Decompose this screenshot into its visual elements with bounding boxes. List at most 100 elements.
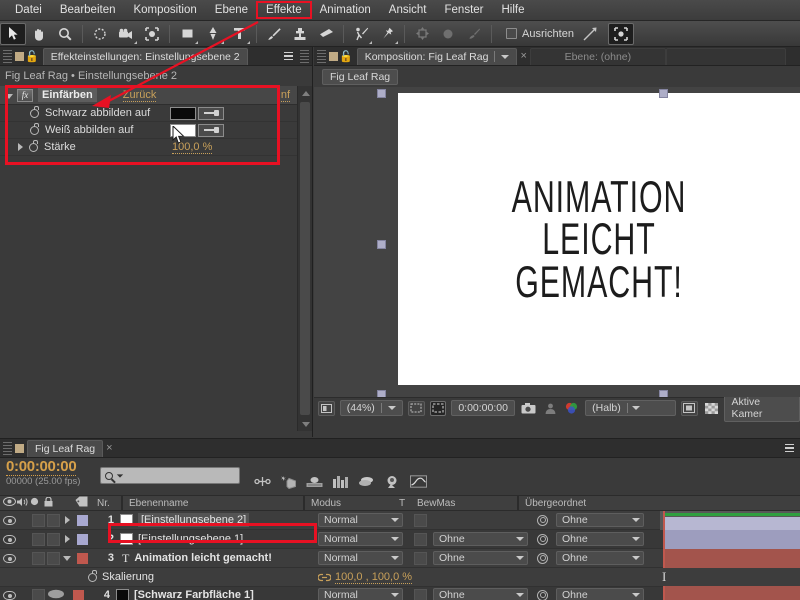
menu-item-effekte[interactable]: Effekte <box>257 2 311 18</box>
scroll-down-arrow[interactable] <box>298 417 313 431</box>
resolution-selector[interactable]: (Halb) <box>585 400 676 416</box>
track-matte-cell[interactable] <box>414 552 427 565</box>
expand-arrow[interactable] <box>60 516 74 524</box>
pan-behind-tool[interactable] <box>139 23 165 45</box>
transparency-grid-icon[interactable] <box>703 401 720 416</box>
table-row[interactable]: 1 [Einstellungsebene 2] Normal Ohne <box>0 511 800 530</box>
chevron-down-icon[interactable] <box>632 406 640 410</box>
type-tool[interactable] <box>226 23 252 45</box>
chevron-down-icon[interactable] <box>501 55 509 59</box>
lock-icon[interactable]: 🔓 <box>25 50 39 63</box>
panel-gripper[interactable] <box>3 442 12 455</box>
timeline-timecode-block[interactable]: 0:00:00:00 00000 (25.00 fps) <box>0 458 100 495</box>
composition-mini-flowchart-icon[interactable] <box>254 474 271 489</box>
layer-matte-select[interactable]: Ohne <box>433 532 528 546</box>
selection-handle-top-left[interactable] <box>377 89 386 98</box>
search-field[interactable] <box>127 470 232 481</box>
property-row-staerke[interactable]: Stärke 100,0 % <box>0 139 312 156</box>
eyedropper-icon[interactable] <box>198 107 224 120</box>
parent-pickwhip-icon[interactable] <box>537 534 548 545</box>
parent-pickwhip-icon[interactable] <box>537 515 548 526</box>
lock-cell[interactable] <box>47 533 60 546</box>
layer-mode-select[interactable]: Normal <box>318 532 403 546</box>
chevron-down-icon[interactable] <box>388 406 396 410</box>
eyedropper-icon[interactable] <box>198 124 224 137</box>
eye-icon[interactable] <box>3 554 16 563</box>
timeline-timecode[interactable]: 0:00:00:00 <box>6 458 76 476</box>
layer-track-3[interactable] <box>660 549 800 568</box>
selection-handle-mid-left[interactable] <box>377 240 386 249</box>
col-label-icon[interactable] <box>75 496 97 510</box>
close-icon[interactable]: × <box>517 50 529 62</box>
layer-track-4[interactable] <box>660 587 800 600</box>
scrollbar-thumb[interactable] <box>300 102 310 415</box>
camera-view-selector[interactable]: Aktive Kamer <box>724 394 799 422</box>
chevron-down-icon[interactable] <box>5 94 13 99</box>
shy-layers-icon[interactable] <box>358 474 375 489</box>
zoom-tool[interactable] <box>52 23 78 45</box>
tab-timeline-composition[interactable]: Fig Leaf Rag <box>27 440 103 457</box>
roto-brush-tool[interactable] <box>348 23 374 45</box>
hand-tool[interactable] <box>26 23 52 45</box>
solo-cell[interactable] <box>32 533 45 546</box>
breadcrumb[interactable]: Fig Leaf Rag <box>322 69 398 85</box>
visibility-toggle[interactable] <box>3 516 16 525</box>
eye-icon[interactable] <box>3 516 16 525</box>
lock-cell[interactable] <box>47 552 60 565</box>
layer-mode-select[interactable]: Normal <box>318 551 403 565</box>
transform-box-icon[interactable] <box>608 23 634 45</box>
col-audio-icon[interactable] <box>16 497 30 510</box>
current-timecode[interactable]: 0:00:00:00 <box>451 400 515 416</box>
reset-link[interactable]: Zurück <box>123 89 157 102</box>
visibility-toggle[interactable] <box>3 535 16 544</box>
property-row-schwarz[interactable]: Schwarz abbilden auf <box>0 105 312 122</box>
layer-matte-select[interactable]: Ohne <box>433 588 528 600</box>
table-row[interactable]: 3 T Animation leicht gemacht! Normal Ohn… <box>0 549 800 568</box>
track-matte-cell[interactable] <box>414 589 427 600</box>
region-of-interest-icon[interactable] <box>430 401 447 416</box>
selection-handle-bottom-left[interactable] <box>377 390 386 397</box>
property-track[interactable]: I <box>660 568 800 587</box>
selection-handle-bottom-right[interactable] <box>659 390 668 397</box>
tab-composition[interactable]: Komposition: Fig Leaf Rag <box>357 48 518 65</box>
layer-name[interactable]: [Schwarz Farbfläche 1] <box>134 589 254 600</box>
property-row-weiss[interactable]: Weiß abbilden auf <box>0 122 312 139</box>
brainstorm-icon[interactable] <box>332 474 349 489</box>
panel-menu-icon[interactable] <box>785 444 794 453</box>
parent-pickwhip-icon[interactable] <box>537 590 548 600</box>
collapse-arrow[interactable] <box>60 556 74 561</box>
col-eye-icon[interactable] <box>3 497 16 509</box>
always-preview-icon[interactable] <box>318 401 335 416</box>
tab-effect-controls[interactable]: Effekteinstellungen: Einstellungsebene 2 <box>43 48 248 65</box>
grid-guides-icon[interactable] <box>408 401 425 416</box>
menu-item-ebene[interactable]: Ebene <box>206 2 257 18</box>
layer-parent-select[interactable]: Ohne <box>556 532 644 546</box>
region-interest-toggle-icon[interactable] <box>681 401 698 416</box>
expand-arrow[interactable] <box>60 535 74 543</box>
menu-item-animation[interactable]: Animation <box>311 2 380 18</box>
solo-cell[interactable] <box>32 552 45 565</box>
frame-blending-icon[interactable] <box>384 474 401 489</box>
composition-canvas[interactable]: ANIMATION LEICHT GEMACHT! <box>398 93 800 385</box>
lock-icon[interactable]: 🔓 <box>339 50 353 63</box>
snapping-control[interactable]: Ausrichten <box>506 28 574 40</box>
anchor-align-icon[interactable] <box>409 23 435 45</box>
visibility-toggle[interactable] <box>3 554 16 563</box>
col-solo-icon[interactable] <box>30 497 44 509</box>
shape-tool[interactable] <box>174 23 200 45</box>
pen-tool[interactable] <box>200 23 226 45</box>
menu-item-bearbeiten[interactable]: Bearbeiten <box>51 2 125 18</box>
brush-tool[interactable] <box>261 23 287 45</box>
solo-cell[interactable] <box>32 514 45 527</box>
lock-cell[interactable] <box>47 514 60 527</box>
color-swatch-black[interactable] <box>170 107 196 120</box>
clone-stamp-tool[interactable] <box>287 23 313 45</box>
layer-parent-select[interactable]: Ohne <box>556 551 644 565</box>
property-value-block[interactable]: 100,0 , 100,0 % <box>318 571 412 584</box>
selection-tool[interactable] <box>0 23 26 45</box>
eye-icon[interactable] <box>3 591 16 600</box>
panel-gripper[interactable] <box>3 50 12 63</box>
layer-mode-select[interactable]: Normal <box>318 513 403 527</box>
effect-header-row[interactable]: fx Einfärben Zurück Inf <box>0 86 312 105</box>
shy-cell[interactable] <box>47 589 67 600</box>
